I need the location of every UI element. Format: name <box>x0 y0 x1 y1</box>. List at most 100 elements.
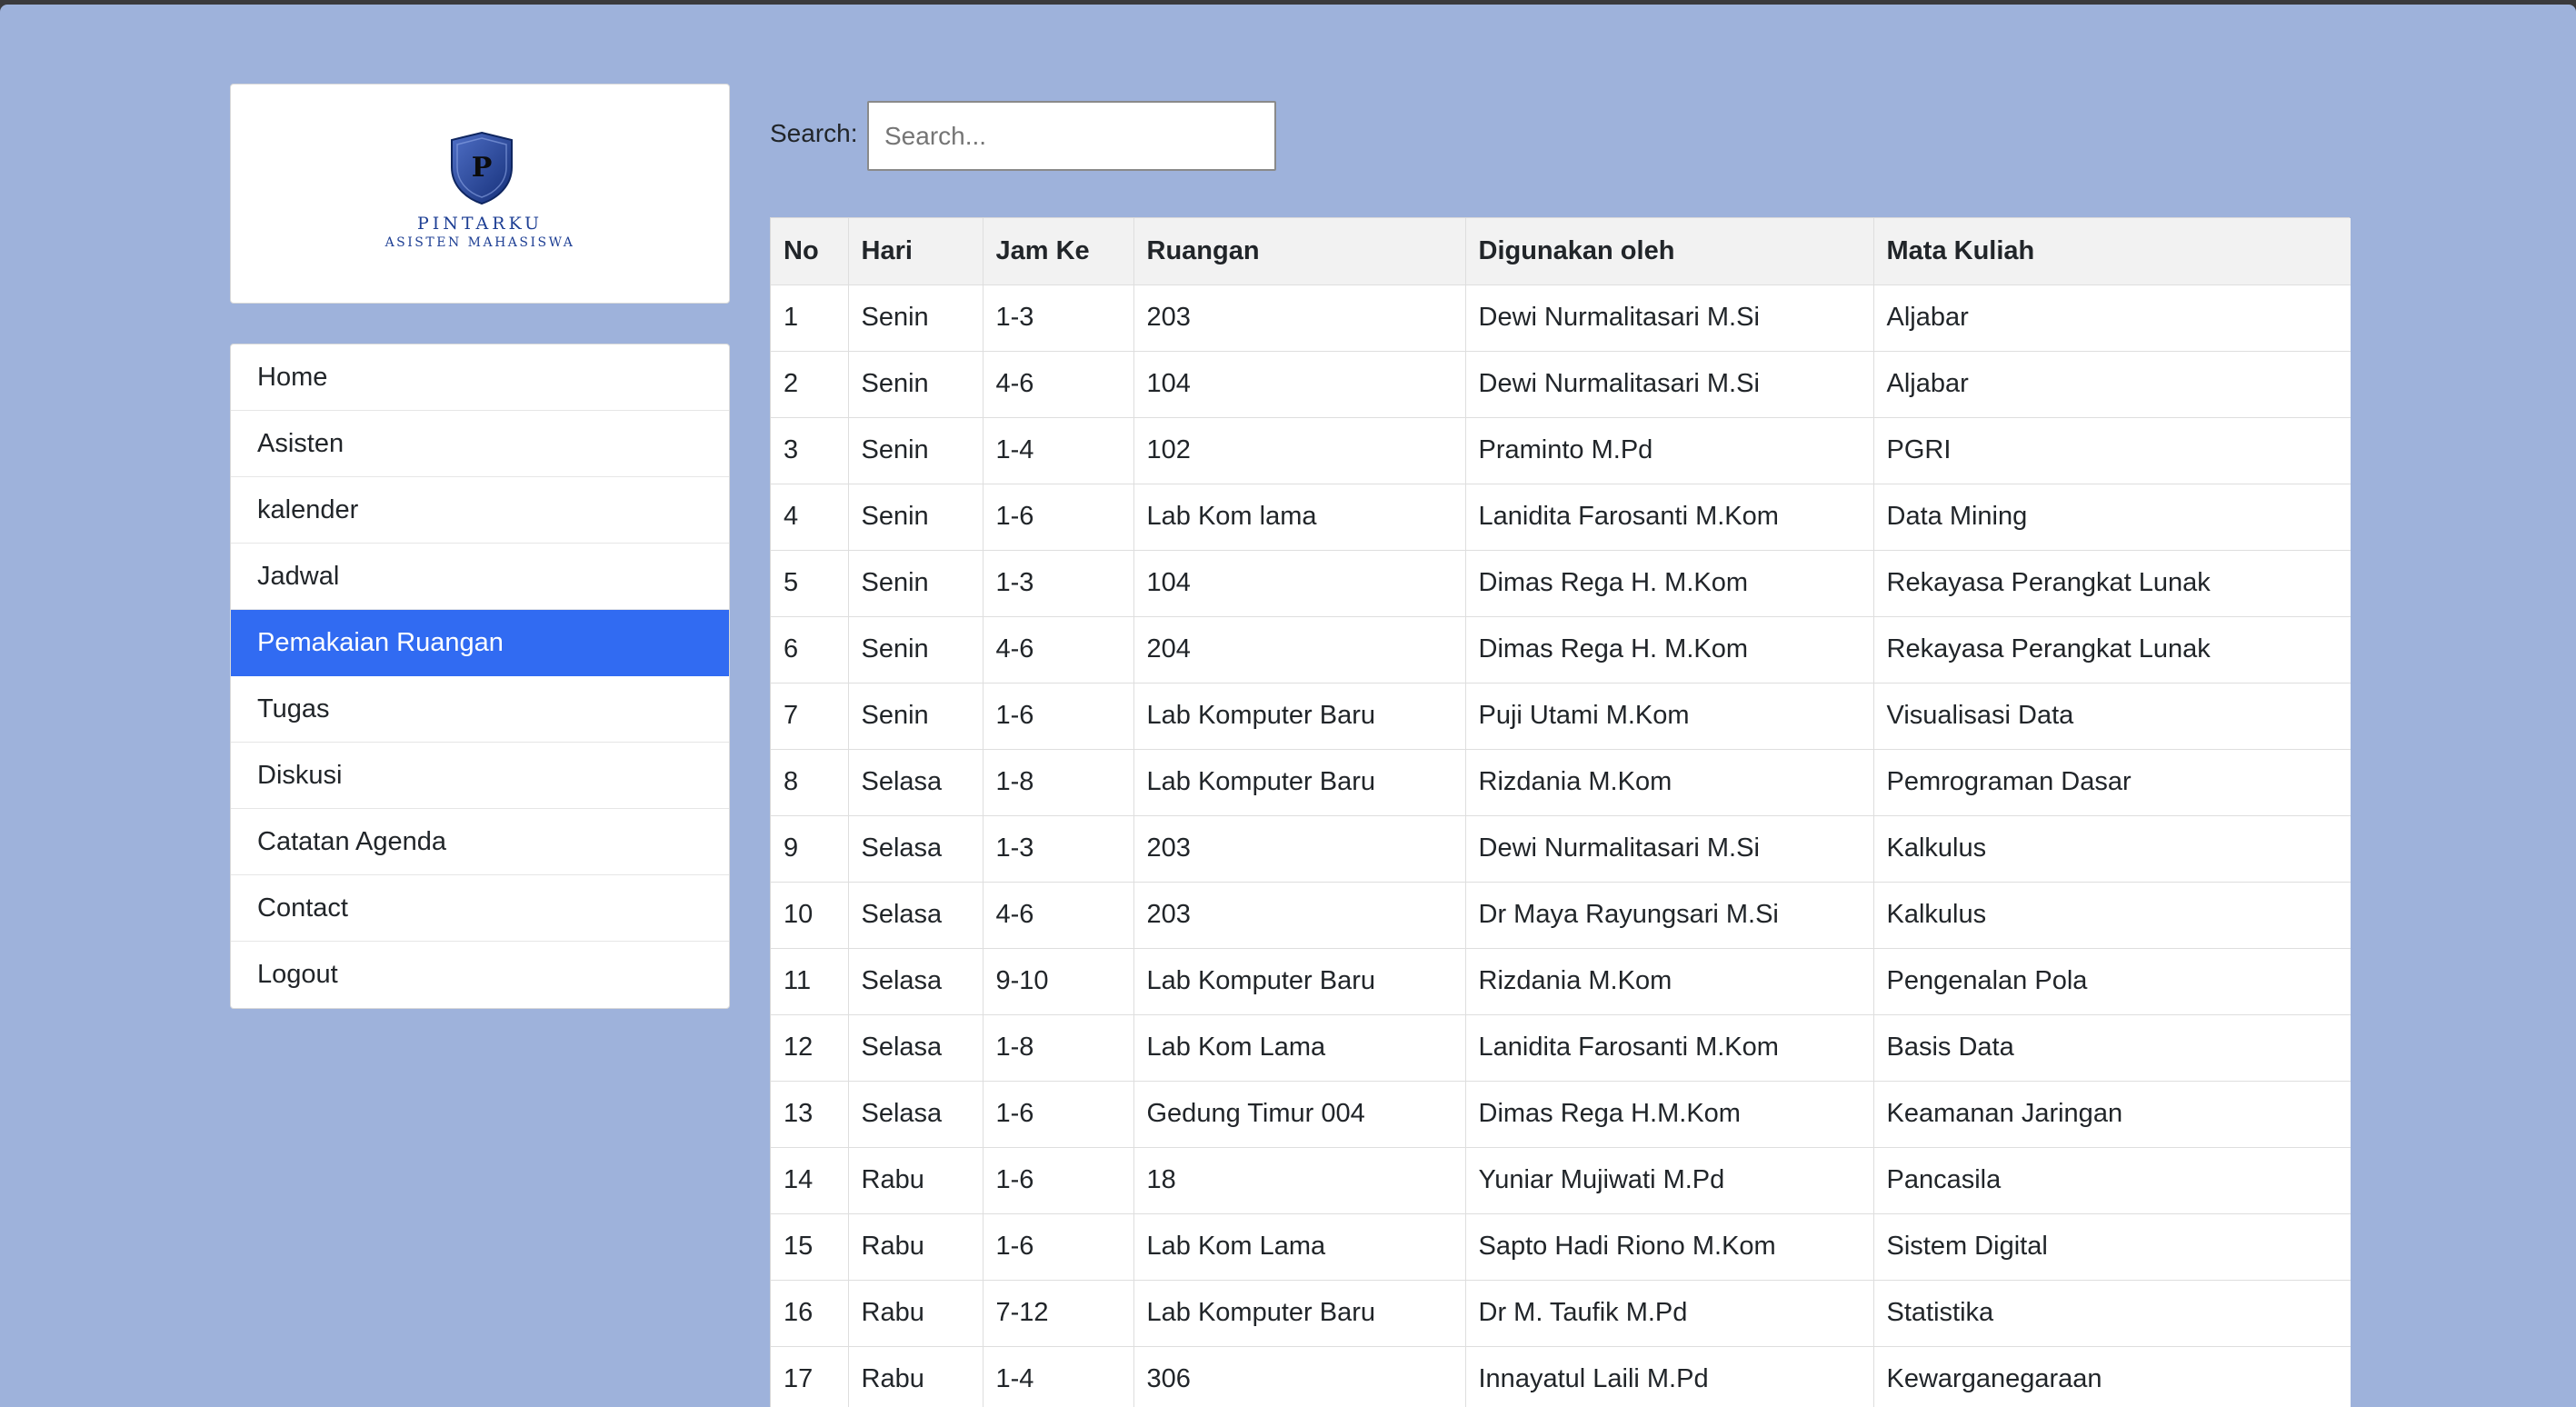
cell-col-no: 6 <box>771 616 849 684</box>
cell-col-ruangan: 203 <box>1133 284 1466 352</box>
logo-title: PINTARKU <box>416 214 544 234</box>
cell-col-jam-ke: 4-6 <box>983 882 1134 949</box>
cell-col-mata-kuliah: PGRI <box>1873 417 2351 484</box>
sidebar-item-pemakaian-ruangan[interactable]: Pemakaian Ruangan <box>231 610 729 676</box>
header-col-hari: Hari <box>848 218 983 285</box>
cell-col-hari: Senin <box>848 351 983 418</box>
sidebar-item-kalender[interactable]: kalender <box>231 477 729 544</box>
search-label: Search: <box>770 119 858 147</box>
cell-col-hari: Selasa <box>848 1081 983 1148</box>
cell-col-no: 14 <box>771 1147 849 1214</box>
cell-col-mata-kuliah: Aljabar <box>1873 351 2351 418</box>
table-row: 10 Selasa 4-6 203 Dr Maya Rayungsari M.Si Kal… <box>771 882 2351 949</box>
cell-col-no: 4 <box>771 484 849 551</box>
sidebar-item-catatan-agenda[interactable]: Catatan Agenda <box>231 809 729 875</box>
header-col-no: No <box>771 218 849 285</box>
sidebar-item-tugas[interactable]: Tugas <box>231 676 729 743</box>
cell-col-hari: Selasa <box>848 815 983 883</box>
sidebar-item-diskusi[interactable]: Diskusi <box>231 743 729 809</box>
cell-col-hari: Selasa <box>848 948 983 1015</box>
table-row: 15 Rabu 1-6 Lab Kom Lama Sapto Hadi Riono M.… <box>771 1213 2351 1281</box>
cell-col-mata-kuliah: Rekayasa Perangkat Lunak <box>1873 550 2351 617</box>
cell-col-mata-kuliah: Basis Data <box>1873 1014 2351 1082</box>
cell-col-mata-kuliah: Rekayasa Perangkat Lunak <box>1873 616 2351 684</box>
shield-logo-icon: P <box>451 131 513 205</box>
cell-col-mata-kuliah: Visualisasi Data <box>1873 683 2351 750</box>
sidebar-item-logout[interactable]: Logout <box>231 942 729 1008</box>
cell-col-no: 9 <box>771 815 849 883</box>
cell-col-no: 1 <box>771 284 849 352</box>
cell-col-jam-ke: 1-6 <box>983 1081 1134 1148</box>
cell-col-jam-ke: 1-8 <box>983 1014 1134 1082</box>
cell-col-digunakan-oleh: Dewi Nurmalitasari M.Si <box>1465 284 1874 352</box>
sidebar-item-asisten[interactable]: Asisten <box>231 411 729 477</box>
cell-col-digunakan-oleh: Dr M. Taufik M.Pd <box>1465 1280 1874 1347</box>
cell-col-no: 5 <box>771 550 849 617</box>
cell-col-hari: Rabu <box>848 1213 983 1281</box>
cell-col-no: 7 <box>771 683 849 750</box>
cell-col-mata-kuliah: Statistika <box>1873 1280 2351 1347</box>
cell-col-hari: Senin <box>848 484 983 551</box>
sidebar-item-jadwal[interactable]: Jadwal <box>231 544 729 610</box>
cell-col-digunakan-oleh: Yuniar Mujiwati M.Pd <box>1465 1147 1874 1214</box>
cell-col-jam-ke: 7-12 <box>983 1280 1134 1347</box>
cell-col-hari: Selasa <box>848 882 983 949</box>
cell-col-mata-kuliah: Pengenalan Pola <box>1873 948 2351 1015</box>
cell-col-ruangan: Lab Kom lama <box>1133 484 1466 551</box>
table-row: 11 Selasa 9-10 Lab Komputer Baru Rizdania M.… <box>771 948 2351 1015</box>
table-row: 3 Senin 1-4 102 Praminto M.Pd PGRI <box>771 417 2351 484</box>
cell-col-no: 2 <box>771 351 849 418</box>
cell-col-digunakan-oleh: Lanidita Farosanti M.Kom <box>1465 484 1874 551</box>
cell-col-jam-ke: 9-10 <box>983 948 1134 1015</box>
header-col-ruangan: Ruangan <box>1133 218 1466 285</box>
cell-col-ruangan: 104 <box>1133 351 1466 418</box>
cell-col-digunakan-oleh: Dewi Nurmalitasari M.Si <box>1465 351 1874 418</box>
cell-col-jam-ke: 1-3 <box>983 815 1134 883</box>
cell-col-digunakan-oleh: Dr Maya Rayungsari M.Si <box>1465 882 1874 949</box>
table-header-row: No Hari Jam Ke Ruangan Digunakan oleh Mata Ku… <box>771 218 2351 285</box>
cell-col-digunakan-oleh: Puji Utami M.Kom <box>1465 683 1874 750</box>
cell-col-jam-ke: 1-6 <box>983 484 1134 551</box>
table-row: 7 Senin 1-6 Lab Komputer Baru Puji Utami M.K… <box>771 683 2351 750</box>
cell-col-hari: Senin <box>848 417 983 484</box>
cell-col-no: 3 <box>771 417 849 484</box>
cell-col-mata-kuliah: Pemrograman Dasar <box>1873 749 2351 816</box>
table-row: 2 Senin 4-6 104 Dewi Nurmalitasari M.Si Aljab… <box>771 351 2351 418</box>
cell-col-digunakan-oleh: Praminto M.Pd <box>1465 417 1874 484</box>
logo-letter: P <box>472 152 493 184</box>
cell-col-ruangan: 102 <box>1133 417 1466 484</box>
cell-col-ruangan: Lab Kom Lama <box>1133 1014 1466 1082</box>
cell-col-jam-ke: 1-4 <box>983 1346 1134 1407</box>
cell-col-jam-ke: 1-8 <box>983 749 1134 816</box>
cell-col-jam-ke: 1-6 <box>983 683 1134 750</box>
cell-col-ruangan: Lab Kom Lama <box>1133 1213 1466 1281</box>
cell-col-ruangan: 104 <box>1133 550 1466 617</box>
cell-col-mata-kuliah: Sistem Digital <box>1873 1213 2351 1281</box>
cell-col-hari: Rabu <box>848 1346 983 1407</box>
cell-col-mata-kuliah: Data Mining <box>1873 484 2351 551</box>
cell-col-mata-kuliah: Pancasila <box>1873 1147 2351 1214</box>
cell-col-no: 11 <box>771 948 849 1015</box>
cell-col-ruangan: Lab Komputer Baru <box>1133 948 1466 1015</box>
table-row: 12 Selasa 1-8 Lab Kom Lama Lanidita Farosant… <box>771 1014 2351 1082</box>
cell-col-ruangan: 203 <box>1133 815 1466 883</box>
cell-col-digunakan-oleh: Rizdania M.Kom <box>1465 749 1874 816</box>
cell-col-mata-kuliah: Keamanan Jaringan <box>1873 1081 2351 1148</box>
table-row: 13 Selasa 1-6 Gedung Timur 004 Dimas Rega H.… <box>771 1081 2351 1148</box>
cell-col-ruangan: 306 <box>1133 1346 1466 1407</box>
cell-col-no: 10 <box>771 882 849 949</box>
cell-col-jam-ke: 1-3 <box>983 284 1134 352</box>
sidebar-item-home[interactable]: Home <box>231 344 729 411</box>
cell-col-no: 12 <box>771 1014 849 1082</box>
cell-col-no: 17 <box>771 1346 849 1407</box>
cell-col-no: 13 <box>771 1081 849 1148</box>
table-row: 16 Rabu 7-12 Lab Komputer Baru Dr M. Taufik … <box>771 1280 2351 1347</box>
cell-col-hari: Selasa <box>848 749 983 816</box>
cell-col-no: 15 <box>771 1213 849 1281</box>
search-input[interactable] <box>867 101 1276 171</box>
cell-col-hari: Senin <box>848 284 983 352</box>
sidebar-item-contact[interactable]: Contact <box>231 875 729 942</box>
cell-col-ruangan: 204 <box>1133 616 1466 684</box>
table-row: 9 Selasa 1-3 203 Dewi Nurmalitasari M.Si Kalk… <box>771 815 2351 883</box>
table-body: 1 Senin 1-3 203 Dewi Nurmalitasari M.Si Aljab… <box>771 284 2351 1407</box>
